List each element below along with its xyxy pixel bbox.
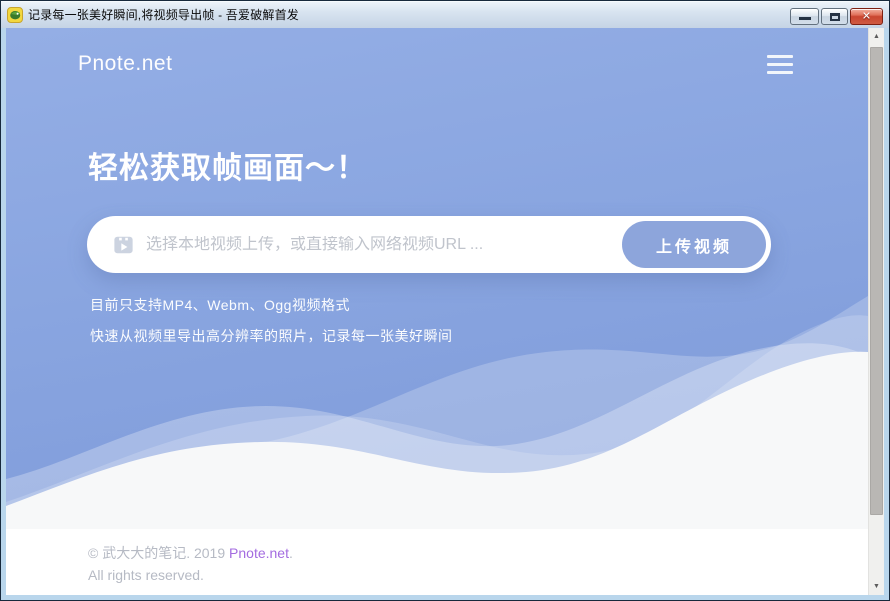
window-titlebar[interactable]: 记录每一张美好瞬间,将视频导出帧 - 吾爱破解首发 ✕ [1,1,889,28]
menu-icon[interactable] [767,52,793,79]
copyright-suffix: . [289,545,293,561]
wave-decoration [6,294,868,529]
maximize-icon [830,13,840,21]
caption-buttons: ✕ [790,8,883,25]
footer-link[interactable]: Pnote.net [229,545,289,561]
close-icon: ✕ [862,11,871,22]
maximize-button[interactable] [821,8,848,25]
app-icon [7,7,23,23]
minimize-button[interactable] [790,8,819,25]
app-window: 记录每一张美好瞬间,将视频导出帧 - 吾爱破解首发 ✕ Pnote.net [0,0,890,601]
menu-line [767,71,793,74]
scrollbar-thumb[interactable] [870,47,883,515]
scroll-down-button[interactable]: ▼ [869,578,884,595]
page-footer: © 武大大的笔记. 2019 Pnote.net. All rights res… [6,529,868,595]
copyright-line: © 武大大的笔记. 2019 Pnote.net. [88,542,868,564]
window-content: Pnote.net 轻松获取帧画面～！ [1,28,889,600]
video-url-input[interactable] [146,236,622,254]
rights-line: All rights reserved. [88,564,868,586]
hero-section: Pnote.net 轻松获取帧画面～！ [6,28,868,529]
arrow-up-icon: ▲ [873,33,880,40]
menu-line [767,63,793,66]
scroll-up-button[interactable]: ▲ [869,28,884,45]
upload-bar: 上传视频 [87,216,771,273]
web-page: Pnote.net 轻松获取帧画面～！ [6,28,868,595]
arrow-down-icon: ▼ [873,583,880,590]
menu-line [767,55,793,58]
hero-title: 轻松获取帧画面～！ [88,143,868,187]
close-button[interactable]: ✕ [850,8,883,25]
copyright-text: © 武大大的笔记. 2019 [88,545,229,561]
vertical-scrollbar[interactable]: ▲ ▼ [868,28,884,595]
upload-button[interactable]: 上传视频 [622,221,766,268]
window-title: 记录每一张美好瞬间,将视频导出帧 - 吾爱破解首发 [28,6,299,23]
site-logo[interactable]: Pnote.net [78,52,172,76]
video-film-icon [113,235,134,255]
minimize-icon [799,17,811,20]
site-header: Pnote.net [6,28,868,79]
